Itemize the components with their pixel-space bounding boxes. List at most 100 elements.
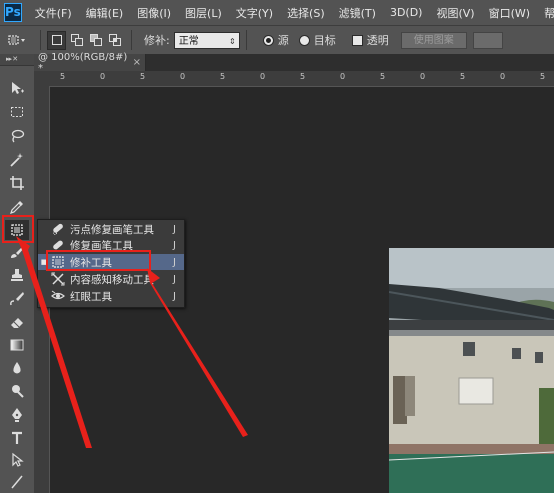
patch-mode-value: 正常 bbox=[178, 35, 199, 47]
ruler-label: 0 bbox=[420, 72, 426, 81]
eraser-tool[interactable] bbox=[5, 312, 29, 332]
lasso-tool[interactable] bbox=[5, 126, 29, 146]
tool-preset-picker[interactable] bbox=[0, 30, 34, 50]
pattern-picker[interactable] bbox=[472, 31, 503, 49]
menu-select[interactable]: 选择(S) bbox=[280, 5, 332, 21]
menu-file[interactable]: 文件(F) bbox=[28, 5, 79, 21]
ruler-label: 5 bbox=[60, 72, 66, 81]
shortcut-key: J bbox=[173, 223, 176, 235]
menu-image[interactable]: 图像(I) bbox=[130, 5, 178, 21]
ruler-label: 5 bbox=[540, 72, 546, 81]
select-arrows-icon: ⇕ bbox=[229, 36, 236, 46]
source-radio[interactable] bbox=[262, 34, 274, 46]
blur-tool[interactable] bbox=[5, 358, 29, 378]
line-tool[interactable] bbox=[5, 472, 29, 492]
new-selection-icon bbox=[51, 35, 62, 45]
water-drop-icon bbox=[13, 362, 21, 374]
red-eye-icon bbox=[50, 289, 66, 303]
new-selection-button[interactable] bbox=[47, 30, 66, 50]
use-pattern-button[interactable]: 使用图案 bbox=[400, 31, 467, 49]
highlight-box-menu bbox=[46, 250, 151, 271]
magic-wand-icon bbox=[10, 153, 23, 167]
tab-strip bbox=[146, 54, 554, 71]
menu-edit[interactable]: 编辑(E) bbox=[79, 5, 131, 21]
spot-healing-brush-icon bbox=[50, 222, 66, 236]
options-bar: 修补: 正常 ⇕ 源 目标 透明 使用图案 bbox=[0, 25, 554, 54]
target-label: 目标 bbox=[313, 34, 336, 47]
history-brush-tool[interactable] bbox=[5, 288, 29, 308]
type-tool[interactable] bbox=[5, 428, 29, 448]
flyout-item-label: 污点修复画笔工具 bbox=[70, 223, 154, 236]
menu-layer[interactable]: 图层(L) bbox=[178, 5, 229, 21]
marquee-tool[interactable] bbox=[5, 102, 29, 122]
dodge-tool[interactable] bbox=[5, 381, 29, 401]
eraser-icon bbox=[11, 318, 23, 328]
patch-icon bbox=[8, 35, 25, 45]
target-radio[interactable] bbox=[298, 34, 310, 46]
dodge-icon bbox=[12, 385, 24, 398]
menu-view[interactable]: 视图(V) bbox=[429, 5, 481, 21]
path-selection-tool[interactable] bbox=[5, 450, 29, 470]
flyout-item-red-eye[interactable]: 红眼工具 J bbox=[38, 288, 184, 304]
pen-icon bbox=[12, 408, 22, 422]
menu-help[interactable]: 帮助( bbox=[537, 5, 554, 21]
close-icon[interactable]: × bbox=[133, 57, 141, 68]
gradient-tool[interactable] bbox=[5, 335, 29, 355]
shortcut-key: J bbox=[173, 256, 176, 268]
eyedropper-icon bbox=[10, 201, 23, 214]
ruler-label: 0 bbox=[500, 72, 506, 81]
lasso-icon bbox=[11, 129, 25, 143]
photoshop-logo: Ps bbox=[4, 3, 22, 22]
line-icon bbox=[11, 475, 23, 489]
flyout-item-label: 内容感知移动工具 bbox=[70, 273, 154, 286]
eyedropper-tool[interactable] bbox=[5, 197, 29, 217]
content-aware-move-icon bbox=[50, 272, 66, 286]
separator bbox=[131, 30, 132, 50]
add-selection-button[interactable] bbox=[68, 32, 85, 49]
flyout-item-content-aware-move[interactable]: 内容感知移动工具 J bbox=[38, 271, 184, 287]
clone-stamp-tool[interactable] bbox=[5, 265, 29, 285]
horizontal-ruler: 5 0 5 0 5 0 5 0 5 0 5 0 5 bbox=[34, 71, 554, 87]
menu-type[interactable]: 文字(Y) bbox=[229, 5, 280, 21]
document-tab[interactable]: @ 100%(RGB/8#) * × bbox=[34, 52, 146, 74]
brush-tool[interactable] bbox=[5, 242, 29, 262]
crop-tool[interactable] bbox=[5, 173, 29, 193]
menu-window[interactable]: 窗口(W) bbox=[482, 5, 537, 21]
ruler-label: 0 bbox=[100, 72, 106, 81]
flyout-item-spot-healing-brush[interactable]: 污点修复画笔工具 J bbox=[38, 221, 184, 237]
stamp-icon bbox=[11, 269, 23, 281]
brush-icon bbox=[11, 246, 24, 258]
shortcut-key: J bbox=[173, 273, 176, 285]
transparent-checkbox[interactable] bbox=[351, 34, 363, 46]
type-icon bbox=[12, 431, 22, 444]
move-icon bbox=[12, 82, 24, 94]
patch-mode-select[interactable]: 正常 ⇕ bbox=[173, 31, 240, 49]
ruler-label: 5 bbox=[220, 72, 226, 81]
flyout-item-label: 红眼工具 bbox=[70, 290, 112, 303]
crop-icon bbox=[10, 176, 24, 190]
quick-selection-tool[interactable] bbox=[5, 150, 29, 170]
ruler-label: 5 bbox=[300, 72, 306, 81]
ruler-label: 0 bbox=[180, 72, 186, 81]
highlight-box-toolbar bbox=[2, 215, 34, 243]
intersect-selection-button[interactable] bbox=[106, 32, 123, 49]
toolbox-header[interactable]: ▸▸ ✕ bbox=[0, 54, 34, 66]
menu-3d[interactable]: 3D(D) bbox=[383, 6, 430, 19]
separator bbox=[40, 30, 41, 50]
toolbox: ▸▸ ✕ bbox=[0, 54, 35, 493]
ruler-label: 0 bbox=[260, 72, 266, 81]
gradient-icon bbox=[10, 339, 24, 351]
source-label: 源 bbox=[277, 34, 289, 47]
marquee-icon bbox=[11, 107, 23, 117]
menu-filter[interactable]: 滤镜(T) bbox=[332, 5, 383, 21]
move-tool[interactable] bbox=[5, 78, 29, 98]
pen-tool[interactable] bbox=[5, 405, 29, 425]
building-photo bbox=[389, 248, 554, 493]
menu-bar: Ps 文件(F) 编辑(E) 图像(I) 图层(L) 文字(Y) 选择(S) 滤… bbox=[0, 0, 554, 25]
intersect-selection-icon bbox=[108, 34, 121, 46]
patch-mode-label: 修补: bbox=[144, 34, 170, 47]
ruler-label: 5 bbox=[380, 72, 386, 81]
subtract-selection-button[interactable] bbox=[87, 32, 104, 49]
ruler-label: 5 bbox=[140, 72, 146, 81]
ruler-label: 5 bbox=[460, 72, 466, 81]
